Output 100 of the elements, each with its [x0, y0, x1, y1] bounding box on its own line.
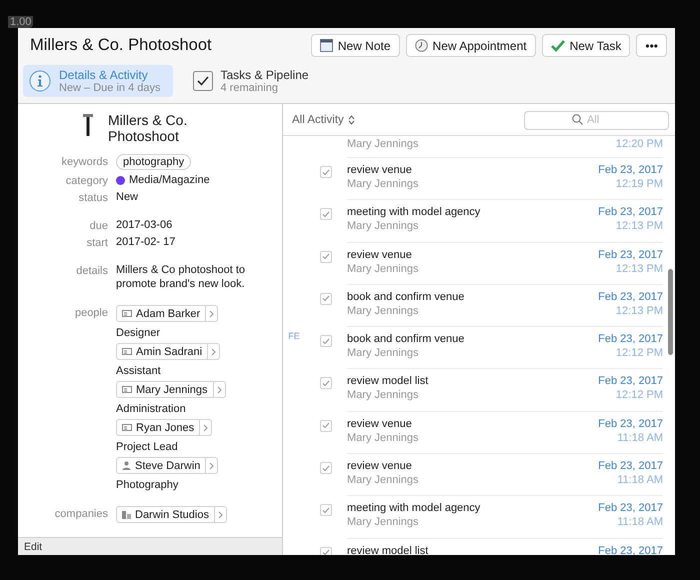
playback-speed-label: 1.00 [8, 16, 34, 28]
person-role: Assistant [116, 365, 161, 377]
field-label: details [75, 264, 108, 277]
task-assignee: Mary Jennings [347, 304, 420, 317]
more-button[interactable]: ••• [636, 34, 667, 57]
field-label: keywords [60, 155, 108, 168]
field-value: 2017-03-06 [116, 218, 174, 232]
task-assignee: Mary Jennings [347, 220, 420, 232]
task-time: 12:13 PM [616, 304, 663, 317]
task-time: 12:13 PM [616, 220, 663, 232]
building-icon [122, 510, 131, 519]
person-chip[interactable]: Steve Darwin [116, 457, 218, 474]
toolbar-button[interactable]: New Task [542, 34, 630, 57]
chevron-right-icon [216, 386, 222, 394]
field-label: due [88, 219, 108, 232]
task-checkbox[interactable] [320, 420, 332, 432]
chevron-right-icon [211, 348, 216, 356]
chevron-right-icon [209, 462, 214, 470]
task-title: review venue [347, 460, 413, 472]
task-title: review venue [347, 164, 413, 176]
person-chip[interactable]: Amin Sadrani [116, 343, 220, 360]
contact-card-icon [122, 310, 132, 317]
task-date: Feb 23, 2017 [598, 460, 663, 472]
task-title: book and confirm venue [347, 290, 466, 303]
task-checkbox[interactable] [320, 292, 332, 305]
task-date: Feb 23, 2017 [598, 502, 663, 514]
task-time: 12:12 PM [616, 389, 663, 402]
person-role: Project Lead [116, 441, 178, 453]
clock-icon [414, 39, 428, 52]
field-value: Media/Magazine [129, 173, 210, 187]
task-checkbox[interactable] [320, 504, 332, 516]
search-field[interactable]: All [524, 110, 669, 130]
task-assignee: Mary Jennings [347, 516, 420, 528]
project-title: Millers & Co. Photoshoot [108, 112, 188, 144]
activity-filter[interactable]: All Activity [292, 114, 355, 126]
chevron-right-icon [218, 510, 223, 518]
task-assignee: Mary Jennings [347, 474, 420, 486]
task-checkbox[interactable] [320, 166, 332, 178]
window-title: Millers & Co. Photoshoot [30, 36, 212, 55]
task-date: Feb 23, 2017 [598, 418, 663, 430]
field-value: Millers & Co photoshoot to promote brand's new look. [116, 263, 246, 291]
task-date: Feb 23, 2017 [598, 206, 663, 218]
task-checkbox[interactable] [320, 335, 332, 348]
task-time: 11:18 AM [617, 474, 663, 486]
task-time: 12:12 PM [616, 347, 663, 360]
task-checkbox[interactable] [320, 250, 332, 263]
field-value: 2017-02- 17 [116, 235, 176, 249]
task-date: Feb 23, 2017 [598, 544, 663, 555]
edit-label[interactable]: Edit [24, 540, 42, 552]
task-time: 12:13 PM [616, 262, 663, 275]
task-date: Feb 23, 2017 [598, 290, 663, 303]
contact-card-icon [122, 348, 132, 355]
field-label: category [64, 174, 108, 187]
person-icon [122, 461, 131, 470]
task-date: Feb 23, 2017 [598, 333, 663, 346]
task-assignee: Mary Jennings [347, 262, 420, 275]
tab[interactable]: Tasks & Pipeline 4 remaining [186, 65, 321, 97]
chevron-right-icon [209, 310, 214, 318]
task-time: 11:18 AM [617, 432, 663, 444]
person-chip[interactable]: Mary Jennings [116, 381, 226, 398]
search-icon [572, 114, 583, 125]
task-title: meeting with model agency [347, 206, 482, 218]
toolbar-button[interactable]: New Note [310, 34, 400, 57]
field-label: status [78, 191, 108, 204]
contact-card-icon [122, 386, 132, 393]
task-assignee: Mary Jennings [347, 138, 420, 150]
task-title: review venue [347, 248, 413, 261]
task-time: 12:19 PM [616, 178, 663, 190]
tab-title: Tasks & Pipeline [220, 68, 309, 82]
task-assignee: Mary Jennings [347, 347, 420, 360]
checkbox-icon [192, 71, 212, 91]
field-value: New [116, 190, 140, 204]
tab-subtitle: New – Due in 4 days [59, 82, 160, 94]
notepad-icon [320, 39, 333, 52]
company-chip[interactable]: Darwin Studios [116, 506, 227, 523]
task-date: Feb 23, 2017 [598, 164, 663, 176]
task-title: review model list [347, 544, 430, 555]
task-title: book and confirm venue [347, 333, 466, 346]
field-label: people [74, 306, 108, 319]
task-time: 12:20 PM [616, 138, 663, 150]
task-assignee: Mary Jennings [347, 432, 420, 444]
person-chip[interactable]: Adam Barker [116, 305, 218, 322]
person-chip[interactable]: Ryan Jones [116, 419, 212, 436]
info-icon [29, 70, 51, 92]
task-date: Feb 23, 2017 [598, 375, 663, 388]
keyword-tag[interactable]: photography [116, 154, 192, 170]
task-checkbox[interactable] [320, 462, 332, 474]
toolbar-button[interactable]: New Appointment [406, 34, 536, 57]
tab-subtitle: 4 remaining [220, 82, 279, 94]
task-checkbox[interactable] [320, 546, 332, 555]
person-role: Designer [116, 327, 160, 339]
task-title: review model list [347, 375, 430, 388]
task-assignee: Mary Jennings [347, 389, 420, 402]
hammer-icon [82, 112, 94, 136]
tab-title: Details & Activity [59, 68, 149, 82]
chevron-right-icon [203, 424, 208, 432]
task-assignee: Mary Jennings [347, 178, 420, 190]
task-checkbox[interactable] [320, 208, 332, 220]
task-checkbox[interactable] [320, 377, 332, 390]
person-role: Photography [116, 479, 178, 491]
